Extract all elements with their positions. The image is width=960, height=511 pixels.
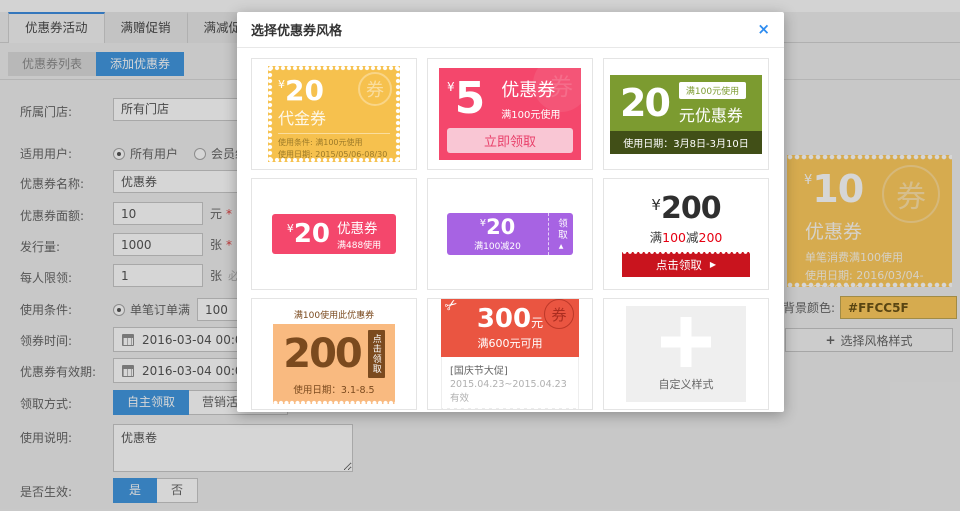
coupon-style-card-3[interactable]: 20 满100元使用 元优惠券 使用日期：3月8日-3月10日 <box>603 58 769 170</box>
coupon-style-card-2[interactable]: 券 ¥5 优惠券 满100元使用 立即领取 <box>427 58 593 170</box>
coupon-style-card-7[interactable]: 满100使用此优惠券 200 点击领取 使用日期：3.1-8.5 <box>251 298 417 410</box>
coupon-pink: 券 ¥5 优惠券 满100元使用 立即领取 <box>439 68 581 160</box>
coupon-amount: 200 <box>661 191 721 226</box>
coupon-condition: 满488使用 <box>337 238 381 251</box>
coupon-style-card-6[interactable]: ¥200 满100减200 点击领取 ▶ <box>603 178 769 290</box>
triangle-up-icon: ▲ <box>559 243 564 250</box>
coupon-unit: 元 <box>531 316 543 330</box>
coupon-name: 元优惠券 <box>679 102 746 126</box>
coupon-campaign-tag: [国庆节大促] <box>450 362 570 377</box>
claim-label: 领取 <box>554 218 568 241</box>
coupon-amount: 20 <box>486 215 515 239</box>
coupon-amount: 5 <box>455 73 486 124</box>
coupon-style-card-1[interactable]: 券 ¥20 代金券 使用条件: 满100元使用 使用日期: 2015/05/06… <box>251 58 417 170</box>
coupon-amount: 20 <box>294 219 330 249</box>
coupon-condition: 满100使用此优惠券 <box>273 305 395 324</box>
coupon-stamp-icon: 券 <box>358 72 392 106</box>
coupon-amount: 20 <box>620 81 669 125</box>
coupon-white-red: ¥200 满100减200 点击领取 ▶ <box>622 191 750 277</box>
coupon-amount: 20 <box>285 74 324 107</box>
coupon-purple-banner: ¥20 满100减20 领取 ▲ <box>447 213 573 255</box>
coupon-style-card-5[interactable]: ¥20 满100减20 领取 ▲ <box>427 178 593 290</box>
click-claim-label: 点击领取 <box>656 257 702 273</box>
coupon-red-white: ✂ 券 300元 满600元可用 [国庆节大促] 2015.04.23~2015… <box>441 298 579 410</box>
perforation-left <box>268 66 273 162</box>
coupon-style-modal: 选择优惠券风格 × 券 ¥20 代金券 使用条件: 满100元使用 使用日期: … <box>237 12 784 412</box>
coupon-amount: 200 <box>283 334 361 374</box>
coupon-name: 代金券 <box>278 105 390 129</box>
coupon-style-card-4[interactable]: ¥20 优惠券 满488使用 <box>251 178 417 290</box>
triangle-right-icon: ▶ <box>710 260 716 269</box>
currency-symbol: ¥ <box>651 196 661 214</box>
perforation-top <box>622 252 750 256</box>
wave-edge <box>442 408 578 410</box>
coupon-condition: 满100减20 <box>474 239 521 252</box>
coupon-name: 优惠券 <box>337 217 381 237</box>
currency-symbol: ¥ <box>447 80 455 94</box>
coupon-amount: 300 <box>477 304 531 334</box>
coupon-style-grid: 券 ¥20 代金券 使用条件: 满100元使用 使用日期: 2015/05/06… <box>237 48 784 420</box>
claim-tab[interactable]: 领取 ▲ <box>548 213 573 255</box>
perforation-top <box>268 66 400 71</box>
coupon-orange: 满100使用此优惠券 200 点击领取 使用日期：3.1-8.5 <box>273 305 395 404</box>
coupon-admin-page: 优惠券活动 满赠促销 满减促销 折扣促销 优惠券列表 添加优惠券 所属门店: 所… <box>0 0 960 511</box>
custom-style-box: 自定义样式 <box>626 306 746 402</box>
modal-header: 选择优惠券风格 × <box>237 12 784 48</box>
claim-now-button[interactable]: 立即领取 <box>447 128 573 153</box>
coupon-condition: 使用条件: 满100元使用 <box>278 137 390 149</box>
coupon-green: 20 满100元使用 元优惠券 使用日期：3月8日-3月10日 <box>610 75 762 154</box>
modal-title: 选择优惠券风格 <box>251 20 342 39</box>
coupon-style-card-8[interactable]: ✂ 券 300元 满600元可用 [国庆节大促] 2015.04.23~2015… <box>427 298 593 410</box>
plus-icon <box>661 317 711 367</box>
close-icon[interactable]: × <box>757 22 770 37</box>
click-claim-button[interactable]: 点击领取 ▶ <box>622 252 750 277</box>
coupon-validity: 2015.04.23~2015.04.23有效 <box>450 379 570 404</box>
coupon-condition-pill: 满100元使用 <box>679 82 746 99</box>
currency-symbol: ¥ <box>287 222 294 235</box>
coupon-pink-banner: ¥20 优惠券 满488使用 <box>272 214 396 254</box>
coupon-yellow-stamp: 券 ¥20 代金券 使用条件: 满100元使用 使用日期: 2015/05/06… <box>268 66 400 162</box>
click-claim-button[interactable]: 点击领取 <box>368 330 385 378</box>
coupon-date-bar: 使用日期：3月8日-3月10日 <box>610 131 762 154</box>
coupon-stamp-icon: 券 <box>544 299 574 329</box>
perforation-right <box>395 66 400 162</box>
perforation-bottom <box>268 157 400 162</box>
perforation-bottom <box>273 400 395 404</box>
custom-style-label: 自定义样式 <box>659 376 714 392</box>
coupon-condition: 满600元可用 <box>441 335 579 351</box>
coupon-style-card-custom[interactable]: 自定义样式 <box>603 298 769 410</box>
currency-symbol: ¥ <box>278 78 285 91</box>
coupon-condition: 满100减200 <box>622 227 750 246</box>
